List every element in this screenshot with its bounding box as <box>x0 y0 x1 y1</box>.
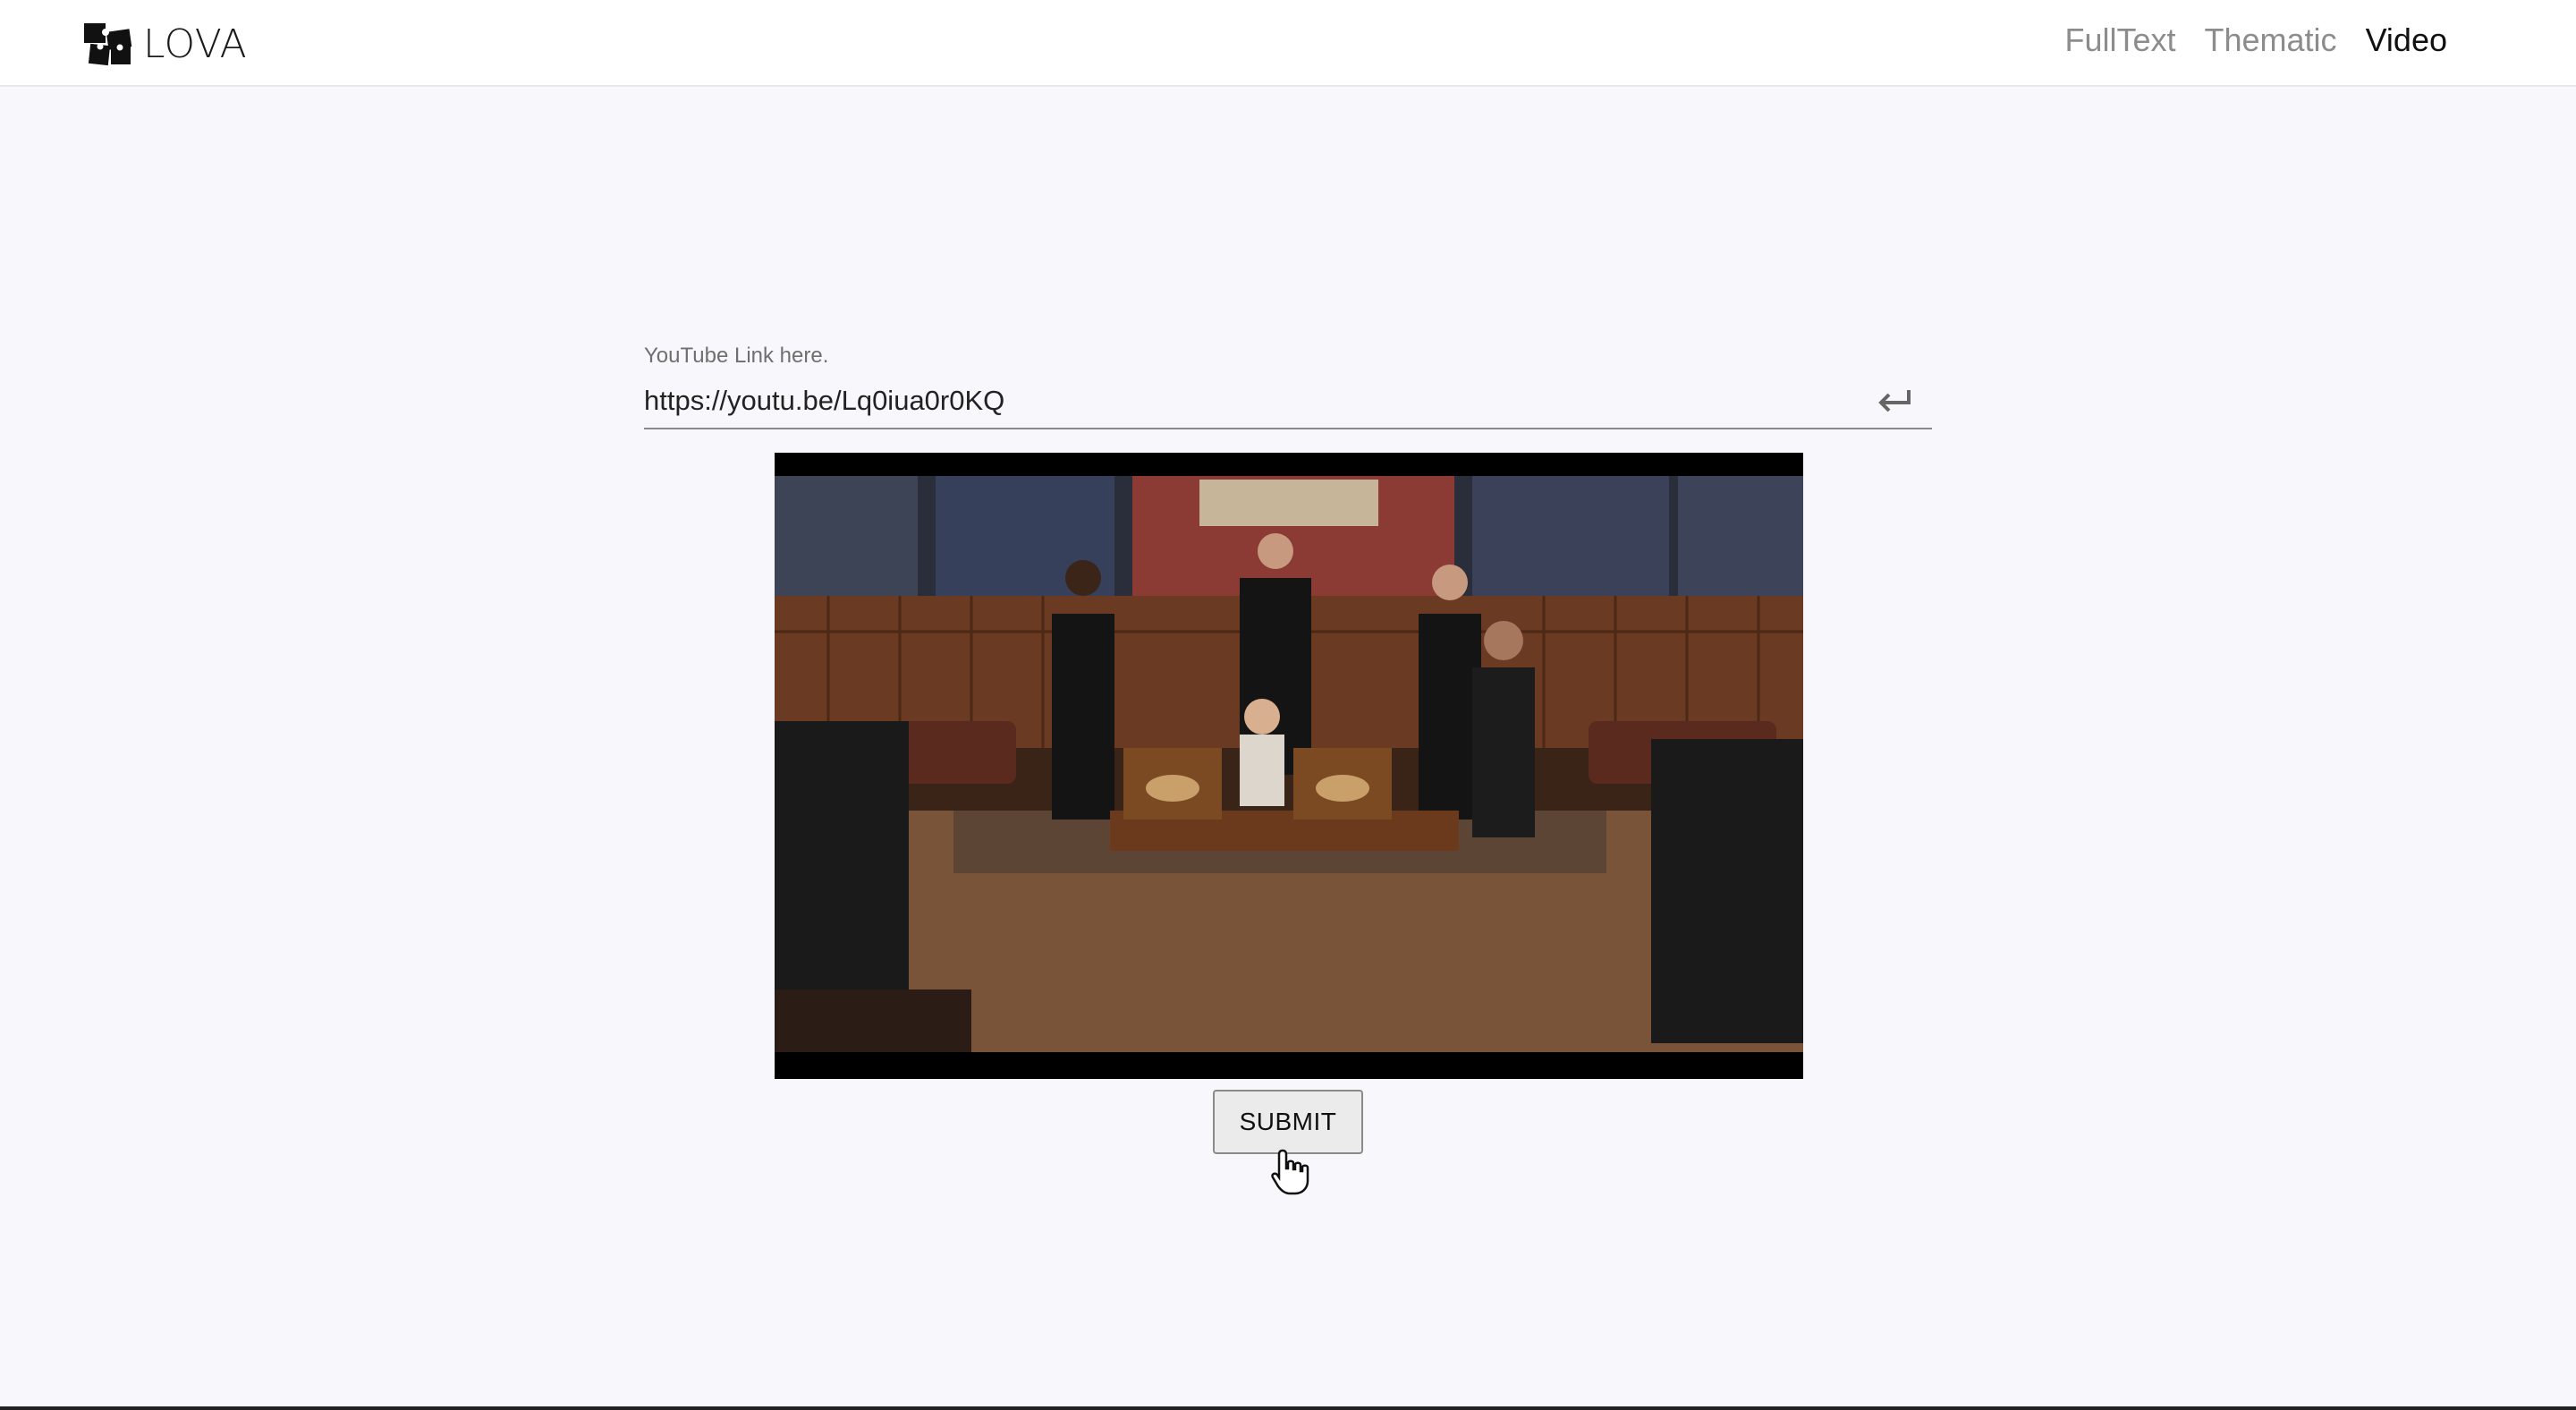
youtube-link-label: YouTube Link here. <box>644 344 829 368</box>
youtube-link-field: YouTube Link here. <box>644 342 1932 429</box>
brand-logo-link[interactable]: LOVA <box>82 20 247 68</box>
submit-button[interactable]: SUBMIT <box>1213 1090 1363 1154</box>
puzzle-logo-icon <box>84 23 132 66</box>
hand-pointer-cursor-icon <box>1271 1149 1309 1195</box>
enter-return-icon[interactable] <box>1875 385 1914 417</box>
brand-name: LOVA <box>143 21 248 67</box>
top-navbar: LOVA FullText Thematic Video <box>0 0 2576 87</box>
page-bottom-border <box>0 1406 2576 1410</box>
youtube-link-input-row <box>644 378 1932 429</box>
nav-link-thematic[interactable]: Thematic <box>2205 21 2337 59</box>
video-player[interactable] <box>775 453 1803 1079</box>
nav-link-fulltext[interactable]: FullText <box>2064 21 2175 59</box>
video-frame-image <box>775 453 1803 1079</box>
youtube-link-input[interactable] <box>644 378 1843 424</box>
main-nav: FullText Thematic Video <box>2064 21 2447 59</box>
nav-link-video[interactable]: Video <box>2366 21 2447 59</box>
